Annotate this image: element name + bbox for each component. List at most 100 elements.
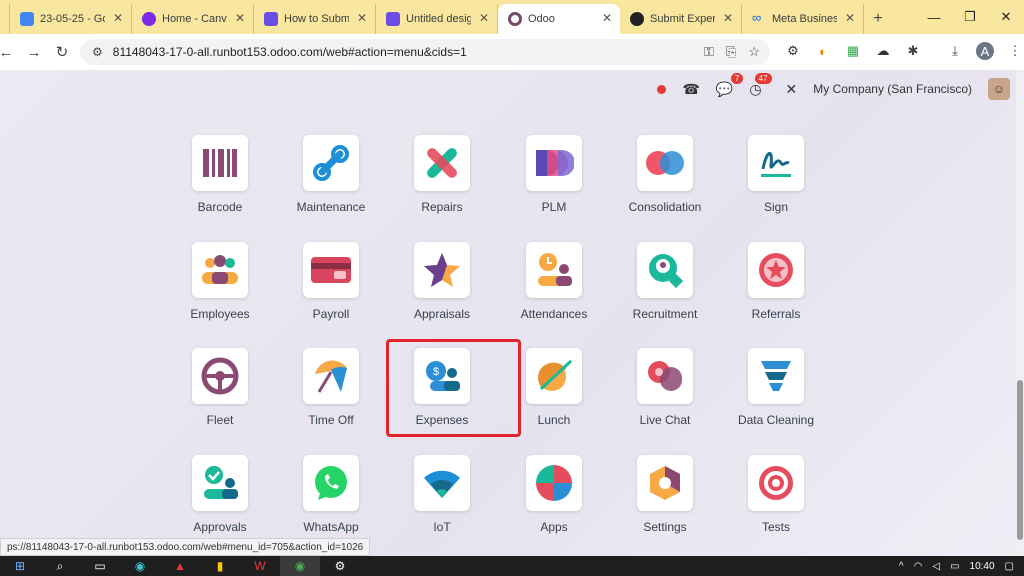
powerbi-icon[interactable]: ▮	[200, 556, 240, 576]
app-time-off[interactable]: Time Off	[281, 348, 381, 444]
app-settings[interactable]: Settings	[615, 455, 715, 551]
extension-sheets-icon[interactable]: ▦	[844, 42, 862, 60]
app-sign[interactable]: Sign	[726, 135, 826, 231]
close-icon[interactable]: ✕	[479, 11, 489, 25]
debug-tools-icon[interactable]: ✕	[786, 81, 798, 98]
app-referrals[interactable]: Referrals	[726, 242, 826, 338]
app-approvals[interactable]: Approvals	[170, 455, 270, 551]
recording-dot-icon[interactable]	[657, 84, 667, 94]
activities-clock-icon[interactable]: ◷ 47	[749, 72, 772, 98]
app-label: Barcode	[197, 200, 243, 214]
tab-partial[interactable]	[0, 4, 10, 34]
app-whatsapp[interactable]: WhatsApp	[281, 455, 381, 551]
app-repairs[interactable]: Repairs	[392, 135, 492, 231]
settings-gear-icon[interactable]: ⚙	[320, 556, 360, 576]
forward-icon[interactable]: →	[20, 44, 48, 61]
system-tray: ^ ◠ ◁ ▭ 10:40 ▢	[899, 556, 1014, 576]
app-label: Repairs	[421, 200, 463, 214]
extensions-puzzle-icon[interactable]: ✱	[904, 42, 922, 60]
install-app-icon[interactable]: ⎘	[726, 44, 736, 60]
app-attendances[interactable]: Attendances	[504, 242, 604, 338]
app-apps[interactable]: Apps	[504, 455, 604, 551]
app-live-chat[interactable]: Live Chat	[615, 348, 715, 444]
app-maintenance[interactable]: Maintenance	[281, 135, 381, 231]
activities-badge: 47	[754, 72, 772, 84]
tab-submit-expense[interactable]: Submit Expen ✕	[620, 4, 742, 34]
bookmark-star-icon[interactable]: ☆	[748, 44, 760, 60]
app-label: IoT	[433, 520, 451, 534]
windows-start-icon[interactable]: ⊞	[0, 556, 40, 576]
profile-avatar[interactable]: A	[976, 42, 994, 60]
tab-canva[interactable]: Home - Canva ✕	[132, 4, 254, 34]
odoo-icon	[508, 12, 522, 26]
notifications-icon[interactable]: ▢	[1005, 561, 1014, 572]
user-avatar[interactable]: ☺	[988, 78, 1010, 100]
app-tests[interactable]: Tests	[726, 455, 826, 551]
battery-icon[interactable]: ▭	[950, 561, 959, 572]
phone-icon[interactable]: ☎	[682, 81, 699, 98]
app-consolidation[interactable]: Consolidation	[615, 135, 715, 231]
edge-icon[interactable]: ◉	[120, 556, 160, 576]
window-controls: — ❐ ✕	[916, 0, 1024, 34]
scrollbar-thumb[interactable]	[1017, 380, 1023, 540]
menu-kebab-icon[interactable]: ⋮	[1006, 42, 1024, 60]
app-recruitment[interactable]: Recruitment	[615, 242, 715, 338]
chevron-up-icon[interactable]: ^	[899, 561, 904, 572]
close-icon[interactable]: ✕	[357, 11, 367, 25]
browser-toolbar: ← → ↻ ⚙ 81148043-17-0-all.runbot153.odoo…	[0, 34, 1024, 70]
odoo-home-menu: ☎ 💬 7 ◷ 47 ✕ My Company (San Francisco) ☺ …	[0, 70, 1016, 556]
company-switcher[interactable]: My Company (San Francisco)	[813, 82, 972, 96]
url-text[interactable]: 81148043-17-0-all.runbot153.odoo.com/web…	[113, 45, 467, 59]
wifi-icon[interactable]: ◠	[914, 561, 923, 572]
app-employees[interactable]: Employees	[170, 242, 270, 338]
close-icon[interactable]: ✕	[723, 11, 733, 25]
minimize-icon[interactable]: —	[916, 0, 952, 34]
tab-meta-business[interactable]: ∞ Meta Busines ✕	[742, 4, 864, 34]
windows-taskbar: ⊞ ⌕ ▭ ◉ ▲ ▮ W ◉ ⚙ ^ ◠ ◁ ▭ 10:40 ▢	[0, 556, 1024, 576]
acrobat-icon[interactable]: ▲	[160, 556, 200, 576]
messages-icon[interactable]: 💬 7	[716, 72, 744, 98]
appraisals-icon	[424, 253, 460, 287]
tests-icon	[759, 466, 793, 500]
close-icon[interactable]: ✕	[235, 11, 245, 25]
site-info-icon[interactable]: ⚙	[92, 45, 103, 59]
back-icon[interactable]: ←	[0, 44, 20, 61]
close-icon[interactable]: ✕	[845, 11, 855, 25]
extension-robot-icon[interactable]: ⚙	[784, 42, 802, 60]
tab-how-to-submit[interactable]: How to Submi ✕	[254, 4, 376, 34]
tab-untitled-design[interactable]: Untitled desig ✕	[376, 4, 498, 34]
tab-google-doc[interactable]: 23-05-25 - Go ✕	[10, 4, 132, 34]
app-label: Settings	[643, 520, 687, 534]
password-key-icon[interactable]: ⚿	[704, 44, 714, 60]
app-iot[interactable]: IoT	[392, 455, 492, 551]
consolidation-icon	[646, 151, 684, 175]
app-appraisals[interactable]: Appraisals	[392, 242, 492, 338]
app-label: Tests	[761, 520, 790, 534]
search-icon[interactable]: ⌕	[40, 556, 80, 576]
close-icon[interactable]: ✕	[113, 11, 123, 25]
app-payroll[interactable]: Payroll	[281, 242, 381, 338]
address-bar[interactable]: ⚙ 81148043-17-0-all.runbot153.odoo.com/w…	[80, 39, 770, 65]
volume-icon[interactable]: ◁	[932, 561, 940, 572]
link-status-preview: ps://81148043-17-0-all.runbot153.odoo.co…	[0, 538, 371, 556]
app-plm[interactable]: PLM	[504, 135, 604, 231]
page-scrollbar[interactable]	[1016, 70, 1024, 556]
downloads-icon[interactable]: ⤓	[946, 42, 964, 60]
app-data-cleaning[interactable]: Data Cleaning	[726, 348, 826, 444]
clock[interactable]: 10:40	[970, 561, 995, 572]
wps-icon[interactable]: W	[240, 556, 280, 576]
app-fleet[interactable]: Fleet	[170, 348, 270, 444]
settings-icon	[650, 466, 680, 500]
task-view-icon[interactable]: ▭	[80, 556, 120, 576]
close-icon[interactable]: ✕	[602, 11, 612, 25]
extension-cloud-icon[interactable]: ☁	[874, 42, 892, 60]
tab-odoo[interactable]: Odoo ✕	[498, 4, 620, 34]
chrome-icon[interactable]: ◉	[280, 556, 320, 576]
close-window-icon[interactable]: ✕	[988, 0, 1024, 34]
app-barcode[interactable]: Barcode	[170, 135, 270, 231]
new-tab-button[interactable]: +	[864, 4, 892, 34]
reload-icon[interactable]: ↻	[48, 43, 76, 61]
extension-color-icon[interactable]: ◐	[814, 42, 832, 60]
lunch-icon	[538, 359, 573, 391]
restore-icon[interactable]: ❐	[952, 0, 988, 34]
